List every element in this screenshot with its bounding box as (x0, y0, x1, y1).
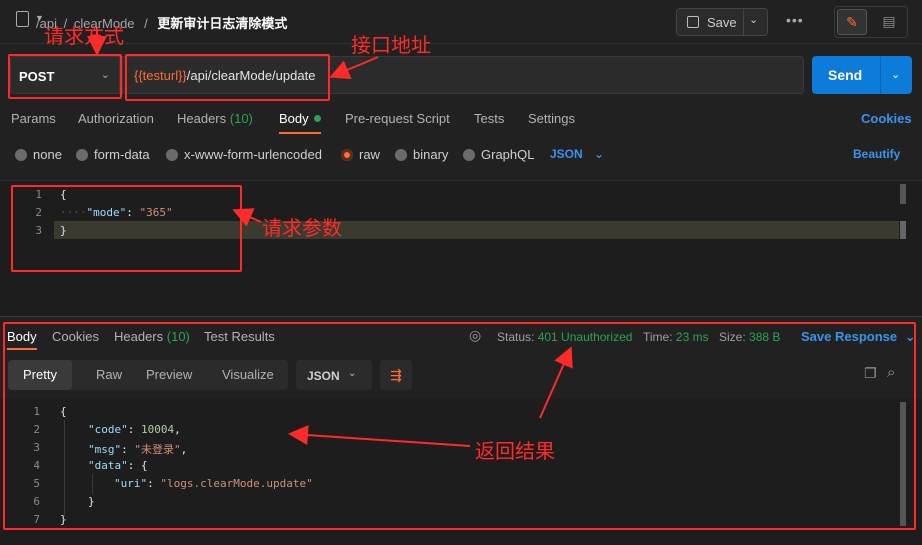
annotation-arrows (87, 28, 573, 447)
arrow-params (232, 208, 262, 227)
arrow-url (329, 56, 379, 79)
arrow-result-status (539, 346, 573, 419)
arrow-result-body (288, 425, 471, 447)
